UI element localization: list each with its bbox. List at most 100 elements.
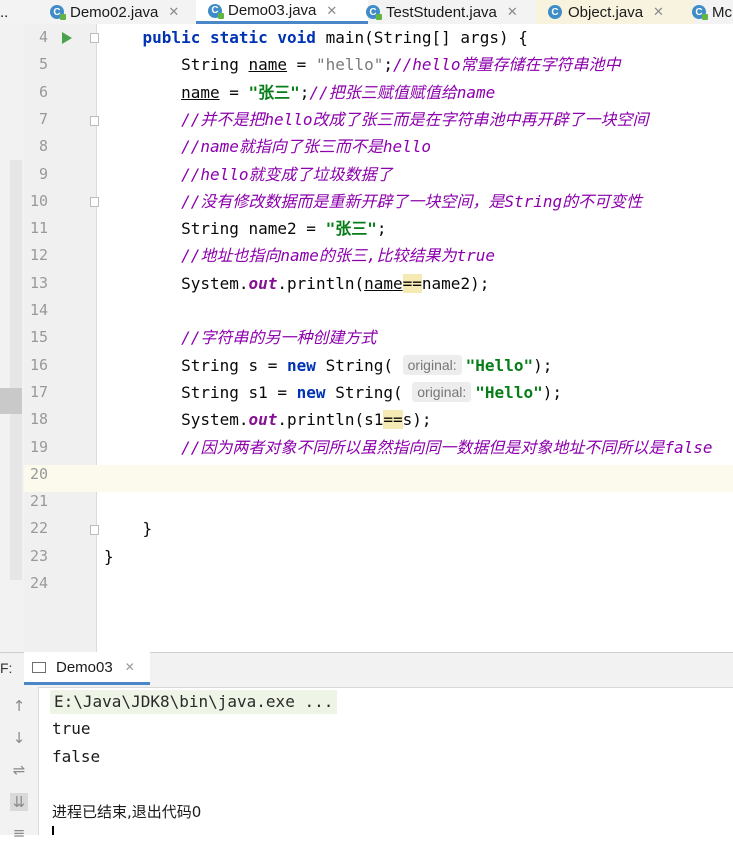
tab-more[interactable]: C Mc bbox=[682, 0, 733, 24]
code-token: //name就指向了张三而不是hello bbox=[181, 137, 432, 157]
code-token: } bbox=[104, 519, 153, 539]
close-icon[interactable]: ✕ bbox=[168, 4, 179, 20]
fold-marker-icon[interactable] bbox=[90, 197, 99, 207]
code-token: System. bbox=[104, 410, 249, 430]
arrow-down-icon[interactable]: ↓ bbox=[10, 729, 28, 747]
code-token: main(String[] args) { bbox=[325, 28, 528, 47]
line-number: 6 bbox=[38, 82, 48, 101]
code-token: //hello常量存储在字符串池中 bbox=[393, 55, 621, 75]
tab-overflow[interactable]: .. bbox=[0, 0, 38, 24]
code-token: //地址也指向name的张三,比较结果为true bbox=[181, 246, 496, 266]
code-token: ); bbox=[533, 355, 553, 375]
run-tab-demo03[interactable]: Demo03 ✕ bbox=[24, 652, 150, 685]
code-line[interactable]: } bbox=[104, 543, 114, 570]
code-token: public static void bbox=[142, 28, 326, 47]
editor-tab-bar: .. C Demo02.java ✕ C Demo03.java ✕ C Tes… bbox=[0, 0, 733, 25]
line-number: 4 bbox=[38, 28, 48, 46]
stripe-marker bbox=[0, 388, 22, 414]
code-line[interactable]: //并不是把hello改成了张三而是在字符串池中再开辟了一块空间 bbox=[104, 106, 649, 133]
run-icon[interactable] bbox=[62, 32, 72, 44]
code-line[interactable]: System.out.println(s1==s); bbox=[104, 406, 432, 433]
code-token: == bbox=[383, 410, 403, 430]
tab-teststudent[interactable]: C TestStudent.java ✕ bbox=[356, 0, 546, 24]
run-panel-label: F: bbox=[0, 660, 13, 676]
code-token: = bbox=[219, 82, 249, 102]
close-icon[interactable]: ✕ bbox=[653, 4, 664, 20]
close-icon[interactable]: ✕ bbox=[125, 660, 135, 674]
class-icon: C bbox=[50, 5, 66, 20]
fold-marker-icon[interactable] bbox=[90, 116, 99, 126]
code-token: out bbox=[248, 410, 278, 430]
code-line[interactable]: name = "张三";//把张三赋值赋值给name bbox=[104, 79, 495, 106]
close-icon[interactable]: ✕ bbox=[326, 3, 337, 19]
code-token: "张三" bbox=[325, 219, 377, 239]
scroll-to-end-icon[interactable]: ⇊ bbox=[10, 793, 28, 811]
code-token: String bbox=[104, 55, 249, 75]
code-token: name2); bbox=[421, 273, 490, 293]
code-line[interactable]: String s = new String( original: "Hello")… bbox=[104, 352, 552, 379]
code-token: ; bbox=[299, 82, 310, 102]
code-line[interactable]: //hello就变成了垃圾数据了 bbox=[104, 161, 392, 188]
tab-object[interactable]: C Object.java ✕ bbox=[536, 0, 694, 24]
console-icon bbox=[32, 661, 46, 673]
line-number: 14 bbox=[29, 301, 48, 319]
code-line[interactable]: //因为两者对象不同所以虽然指向同一数据但是对象地址不同所以是false bbox=[104, 434, 712, 461]
code-token: "Hello" bbox=[465, 355, 534, 375]
console-output-line: false bbox=[52, 747, 101, 766]
code-token: ; bbox=[383, 55, 394, 75]
code-line[interactable]: //没有修改数据而是重新开辟了一块空间，是String的不可变性 bbox=[104, 188, 642, 215]
code-token: s); bbox=[402, 410, 432, 430]
fold-marker-icon[interactable] bbox=[90, 33, 99, 43]
code-line[interactable]: String name2 = "张三"; bbox=[104, 215, 386, 242]
line-number: 11 bbox=[29, 219, 48, 238]
fold-marker-icon[interactable] bbox=[90, 525, 99, 535]
soft-wrap-icon[interactable]: ⇌ bbox=[10, 761, 28, 779]
line-number: 16 bbox=[29, 355, 48, 374]
class-icon: C bbox=[208, 3, 224, 19]
code-line[interactable]: String name = "hello";//hello常量存储在字符串池中 bbox=[104, 51, 620, 78]
code-token: name bbox=[248, 55, 288, 75]
line-number: 20 bbox=[29, 464, 48, 483]
code-line[interactable]: } bbox=[104, 515, 153, 542]
parameter-hint: original: bbox=[402, 354, 462, 375]
line-number: 7 bbox=[38, 109, 48, 128]
console-exit-message: 进程已结束,退出代码0 bbox=[52, 803, 202, 821]
line-number: 12 bbox=[29, 246, 48, 265]
tab-demo02[interactable]: C Demo02.java ✕ bbox=[38, 0, 208, 24]
code-token: "Hello" bbox=[475, 382, 543, 402]
code-token: .println( bbox=[277, 273, 365, 293]
code-line[interactable]: String s1 = new String( original: "Hello"… bbox=[104, 379, 562, 406]
code-token: String s = bbox=[104, 355, 288, 375]
code-line[interactable]: //地址也指向name的张三,比较结果为true bbox=[104, 242, 495, 269]
arrow-up-icon[interactable]: ↑ bbox=[10, 697, 28, 715]
parameter-hint: original: bbox=[412, 381, 472, 402]
code-line[interactable]: //name就指向了张三而不是hello bbox=[104, 133, 431, 160]
tab-demo03[interactable]: C Demo03.java ✕ bbox=[196, 0, 368, 24]
code-token: name bbox=[364, 273, 403, 293]
code-token: String name2 = bbox=[104, 219, 326, 239]
code-token: == bbox=[402, 273, 422, 293]
code-line[interactable]: System.out.println(name==name2); bbox=[104, 270, 489, 297]
code-token: //字符串的另一种创建方式 bbox=[181, 328, 377, 348]
code-token: ; bbox=[376, 219, 387, 239]
code-token: //把张三赋值赋值给name bbox=[309, 82, 496, 102]
print-icon[interactable]: ≡ bbox=[10, 824, 28, 842]
line-number: 15 bbox=[29, 328, 48, 347]
close-icon[interactable]: ✕ bbox=[507, 4, 518, 20]
line-number: 8 bbox=[38, 137, 48, 156]
console-command: E:\Java\JDK8\bin\java.exe ... bbox=[50, 690, 338, 714]
console-caret bbox=[52, 826, 54, 835]
code-line[interactable]: public static void main(String[] args) { bbox=[104, 24, 528, 51]
class-icon: C bbox=[548, 5, 562, 19]
code-line[interactable]: //字符串的另一种创建方式 bbox=[104, 324, 376, 351]
code-token: //并不是把hello改成了张三而是在字符串池中再开辟了一块空间 bbox=[181, 109, 649, 129]
code-token: } bbox=[104, 546, 114, 566]
code-token: ); bbox=[542, 382, 562, 402]
code-token: new bbox=[296, 382, 336, 402]
console-output-line: true bbox=[52, 719, 91, 738]
